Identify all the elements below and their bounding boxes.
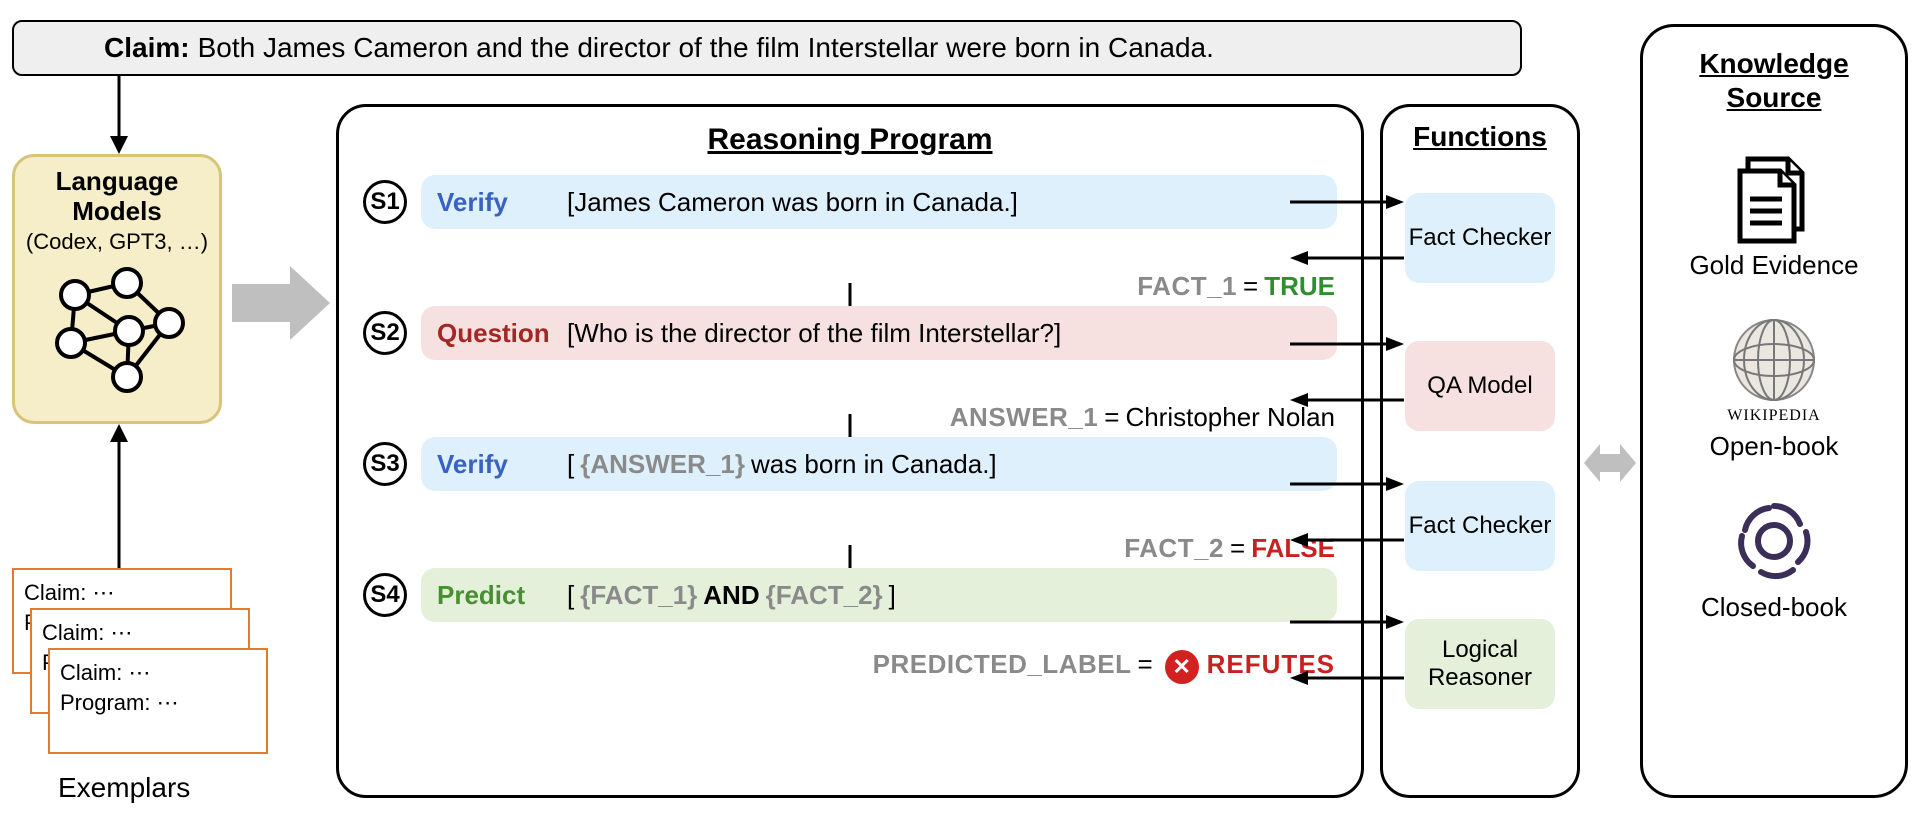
- knowledge-title: KnowledgeSource: [1699, 47, 1848, 114]
- neural-network-icon: [37, 265, 197, 395]
- arrow-func-to-step: [1290, 250, 1404, 266]
- function-qa-model: QA Model: [1405, 341, 1555, 431]
- arrow-lm-to-reasoning: [232, 264, 332, 342]
- step-s3: S3 Verify [ {ANSWER_1} was born in Canad…: [363, 437, 1337, 568]
- step-badge: S4: [363, 573, 407, 617]
- result-predicted-label: PREDICTED_LABEL= ✕ REFUTES: [363, 622, 1337, 684]
- lm-subtitle: (Codex, GPT3, …): [26, 229, 208, 255]
- arrow-func-to-step: [1290, 392, 1404, 408]
- step-s4: S4 Predict [ {FACT_1} AND {FACT_2} ] PRE…: [363, 568, 1337, 684]
- claim-text: Both James Cameron and the director of t…: [198, 32, 1214, 64]
- step-bar-predict: Predict [ {FACT_1} AND {FACT_2} ]: [421, 568, 1337, 622]
- x-circle-icon: ✕: [1165, 650, 1199, 684]
- step-s1: S1 Verify [James Cameron was born in Can…: [363, 175, 1337, 306]
- keyword-verify: Verify: [437, 187, 561, 218]
- claim-bar: Claim: Both James Cameron and the direct…: [12, 20, 1522, 76]
- keyword-question: Question: [437, 318, 561, 349]
- knowledge-label: Open-book: [1710, 431, 1839, 462]
- knowledge-source-panel: KnowledgeSource Gold Evidence: [1640, 24, 1908, 798]
- wikipedia-globe-icon: [1726, 315, 1822, 405]
- keyword-verify: Verify: [437, 449, 561, 480]
- lm-title: LanguageModels: [56, 167, 179, 227]
- openai-knot-icon: [1729, 496, 1819, 586]
- language-models-box: LanguageModels (Codex, GPT3, …): [12, 154, 222, 424]
- step-bar-verify: Verify [ {ANSWER_1} was born in Canada.]: [421, 437, 1337, 491]
- function-fact-checker: Fact Checker: [1405, 481, 1555, 571]
- function-fact-checker: Fact Checker: [1405, 193, 1555, 283]
- reasoning-program-panel: Reasoning Program S1 Verify [James Camer…: [336, 104, 1364, 798]
- arrow-step-to-func: [1290, 476, 1404, 492]
- keyword-predict: Predict: [437, 580, 561, 611]
- result-answer1: ANSWER_1=Christopher Nolan: [363, 360, 1337, 437]
- documents-icon: [1726, 154, 1822, 244]
- step-badge: S1: [363, 180, 407, 224]
- knowledge-label: Gold Evidence: [1689, 250, 1858, 281]
- functions-title: Functions: [1413, 121, 1547, 153]
- knowledge-item-closed-book: Closed-book: [1701, 496, 1847, 623]
- arrow-func-to-step: [1290, 670, 1404, 686]
- exemplars-stack: Claim: ⋯ P Claim: ⋯ P Claim: ⋯ Program: …: [12, 568, 252, 748]
- exemplars-label: Exemplars: [58, 772, 190, 804]
- arrow-step-to-func: [1290, 194, 1404, 210]
- step-s2: S2 Question [Who is the director of the …: [363, 306, 1337, 437]
- function-logical-reasoner: Logical Reasoner: [1405, 619, 1555, 709]
- step-badge: S2: [363, 311, 407, 355]
- claim-label: Claim:: [104, 32, 190, 64]
- step-bar-verify: Verify [James Cameron was born in Canada…: [421, 175, 1337, 229]
- result-fact1: FACT_1=TRUE: [363, 229, 1337, 306]
- knowledge-item-gold-evidence: Gold Evidence: [1689, 154, 1858, 281]
- functions-panel: Functions Fact Checker QA Model Fact Che…: [1380, 104, 1580, 798]
- step-bar-question: Question [Who is the director of the fil…: [421, 306, 1337, 360]
- arrow-step-to-func: [1290, 614, 1404, 630]
- arrow-claim-to-lm: [104, 76, 134, 156]
- arrow-exemplars-to-lm: [104, 424, 134, 568]
- result-fact2: FACT_2=FALSE: [363, 491, 1337, 568]
- arrow-step-to-func: [1290, 336, 1404, 352]
- knowledge-label: Closed-book: [1701, 592, 1847, 623]
- arrow-functions-knowledge: [1584, 430, 1636, 496]
- wikipedia-wordmark: WIKIPEDIA: [1727, 407, 1820, 425]
- step-badge: S3: [363, 442, 407, 486]
- arrow-func-to-step: [1290, 532, 1404, 548]
- reasoning-title: Reasoning Program: [363, 123, 1337, 157]
- exemplar-card: Claim: ⋯ Program: ⋯: [48, 648, 268, 754]
- knowledge-item-wikipedia: WIKIPEDIA Open-book: [1710, 315, 1839, 462]
